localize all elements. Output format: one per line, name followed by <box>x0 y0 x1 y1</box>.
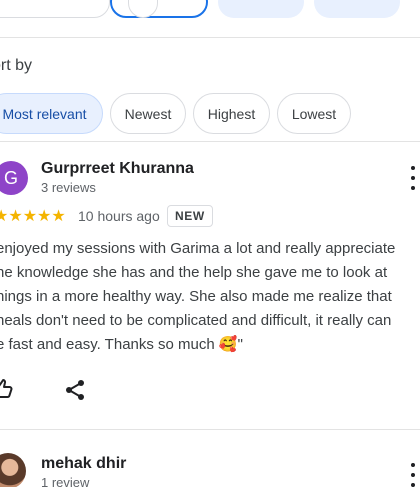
section-divider <box>0 141 420 142</box>
top-filter-chips <box>0 0 420 22</box>
review-text-line: enjoyed my sessions with Garima a lot an… <box>0 240 396 257</box>
thumbs-up-icon[interactable] <box>0 376 14 400</box>
reviewer-name[interactable]: mehak dhir <box>41 455 126 473</box>
avatar[interactable]: G <box>0 161 28 195</box>
filter-chip-selected[interactable] <box>110 0 208 18</box>
share-icon[interactable] <box>63 378 87 402</box>
review-text-line: e fast and easy. Thanks so much 🥰" <box>0 336 243 353</box>
reviewer-review-count: 1 review <box>41 475 90 487</box>
filter-chip[interactable] <box>314 0 400 18</box>
sort-lowest-button[interactable]: Lowest <box>277 93 351 134</box>
review-text-line: hings in a more healthy way. She also ma… <box>0 288 392 305</box>
star-rating: ★★★★★ <box>0 208 66 225</box>
review-time: 10 hours ago <box>78 208 160 224</box>
reviewer-name[interactable]: Gurprreet Khuranna <box>41 160 194 178</box>
section-divider <box>0 37 420 38</box>
more-options-icon[interactable] <box>406 166 420 190</box>
sort-by-label: ort by <box>0 57 33 74</box>
section-divider <box>0 429 420 430</box>
reviewer-review-count: 3 reviews <box>41 180 96 195</box>
filter-chip[interactable] <box>218 0 304 18</box>
review-text-line: neals don't need to be complicated and d… <box>0 312 392 329</box>
more-options-icon[interactable] <box>406 463 420 487</box>
review-text: enjoyed my sessions with Garima a lot an… <box>0 237 420 357</box>
sort-newest-button[interactable]: Newest <box>110 93 186 134</box>
sort-most-relevant-button[interactable]: Most relevant <box>0 93 103 134</box>
filter-chip[interactable] <box>0 0 110 18</box>
review-text-line: he knowledge she has and the help she ga… <box>0 264 388 281</box>
avatar[interactable] <box>0 453 26 487</box>
new-badge: NEW <box>167 205 213 227</box>
reviews-panel: ort by Most relevant Newest Highest Lowe… <box>0 0 420 487</box>
sort-highest-button[interactable]: Highest <box>193 93 270 134</box>
